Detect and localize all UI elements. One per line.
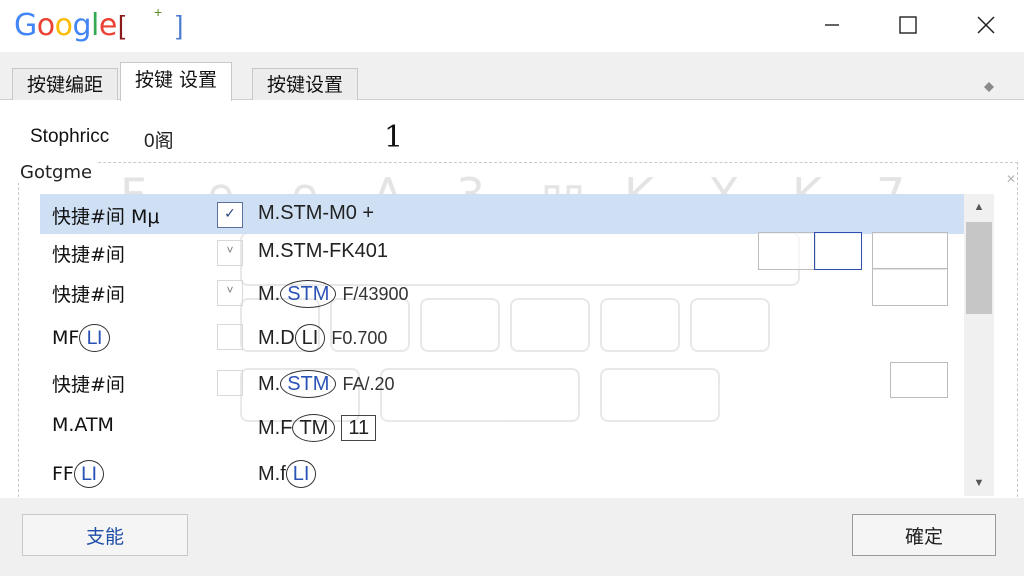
row-checkbox[interactable]: ˅: [217, 280, 243, 306]
tab-key-settings-active[interactable]: 按键 设置: [120, 62, 233, 101]
list-item[interactable]: MF LI M.D LI F0.700: [40, 316, 964, 356]
add-key-button[interactable]: [872, 268, 948, 306]
logo-letter: o: [54, 8, 73, 43]
close-button[interactable]: [958, 0, 1014, 50]
title-bar: Google [ + ]: [0, 0, 1024, 52]
row-name: 快捷#间 Mμ: [52, 206, 160, 228]
row-value: M.F TM 11: [258, 414, 377, 442]
logo-letter: g: [72, 8, 92, 43]
row-value: M. STM FA/.20: [258, 370, 394, 398]
confirm-button[interactable]: 確定: [852, 514, 996, 556]
tab-key-settings[interactable]: 按键设置: [252, 68, 359, 100]
tab-key-edit[interactable]: 按键编距: [12, 68, 119, 100]
row-name: 快捷#间: [52, 374, 125, 396]
add-key-button[interactable]: [890, 362, 948, 398]
logo-letter: o: [36, 8, 55, 43]
row-value: M.STM-M0 +: [258, 202, 375, 224]
scroll-up-icon[interactable]: ▲: [964, 196, 994, 218]
row-name: FF LI: [52, 460, 105, 488]
google-logo: Google: [14, 8, 117, 43]
maximize-icon: [899, 16, 917, 34]
row-value: M.STM-FK401: [258, 240, 389, 262]
row-value: M.D LI F0.700: [258, 324, 387, 352]
group-close-icon[interactable]: ✕: [1006, 172, 1016, 186]
logo-letter: l: [91, 8, 99, 43]
list-item[interactable]: 快捷#间 ˅ M. STM F/43900: [40, 272, 964, 312]
scroll-down-icon[interactable]: ▼: [964, 472, 994, 494]
chevron-down-icon: ˅: [226, 283, 234, 297]
row-checkbox[interactable]: [217, 370, 243, 396]
list-item[interactable]: M.ATM M.F TM 11: [40, 406, 964, 446]
function-button[interactable]: 支能: [22, 514, 188, 556]
key-slot[interactable]: [758, 232, 816, 270]
logo-letter: e: [98, 8, 117, 43]
title-mark-plus: +: [154, 4, 163, 20]
maximize-button[interactable]: [880, 0, 936, 50]
stop-label: Stophricc: [30, 126, 110, 147]
list-scrollbar[interactable]: ▲ ▼: [964, 194, 994, 496]
minimize-button[interactable]: [804, 0, 860, 50]
bottom-bar: 支能 確定: [0, 498, 1024, 576]
list-item[interactable]: 快捷#间 Mμ ✓ M.STM-M0 +: [40, 194, 964, 234]
check-icon: ✓: [224, 205, 236, 221]
scroll-thumb[interactable]: [966, 222, 992, 314]
title-mark-bracket-left: [: [118, 10, 126, 40]
big-number: 1: [384, 120, 404, 155]
row-name: 快捷#间: [52, 284, 125, 306]
key-slot-focused[interactable]: [814, 232, 862, 270]
list-item[interactable]: FF LI M.f LI: [40, 452, 964, 492]
list-item[interactable]: 快捷#间 M. STM FA/.20: [40, 362, 964, 402]
row-checkbox[interactable]: ˅: [217, 240, 243, 266]
row-value: M. STM F/43900: [258, 280, 409, 308]
minimize-icon: [825, 24, 839, 26]
tab-strip: 按键编距 按键 设置 按键设置: [0, 52, 1024, 101]
chevron-down-icon: ˅: [226, 243, 234, 257]
key-slot[interactable]: [872, 232, 948, 270]
row-name: MF LI: [52, 324, 110, 352]
pin-icon[interactable]: [984, 82, 994, 92]
row-name: 快捷#间: [52, 244, 125, 266]
row-value: M.f LI: [258, 460, 317, 488]
row-checkbox[interactable]: ✓: [217, 202, 243, 228]
row-name: M.ATM: [52, 414, 114, 436]
close-icon: [977, 16, 995, 34]
title-mark-bracket-right: ]: [176, 10, 184, 40]
logo-letter: G: [14, 8, 37, 43]
stop-value: 0阁: [144, 131, 174, 152]
row-checkbox[interactable]: [217, 324, 243, 350]
